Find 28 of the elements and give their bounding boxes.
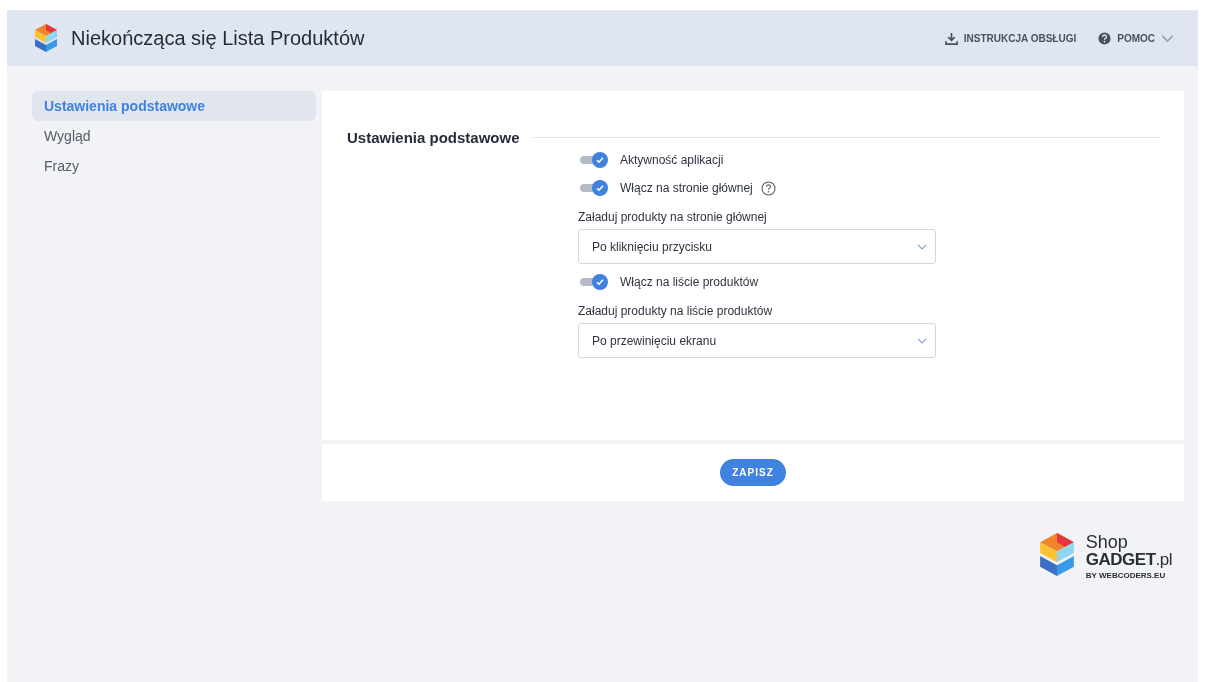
help-menu[interactable]: POMOC	[1098, 31, 1174, 45]
help-icon	[760, 180, 776, 196]
toggle-switch[interactable]	[578, 180, 608, 196]
section-title: Ustawienia podstawowe	[347, 129, 520, 146]
toggle-switch[interactable]	[578, 274, 608, 290]
brand-byline: BY WEBCODERS.EU	[1085, 570, 1167, 580]
toggle-label: Włącz na stronie głównej	[620, 181, 753, 195]
dropdown-field[interactable]: Po kliknięciu przycisku	[578, 229, 936, 264]
field-label: Załaduj produkty na liście produktów	[578, 304, 774, 318]
check-icon	[595, 277, 605, 287]
toggle-label: Włącz na liście produktów	[620, 275, 759, 289]
manual-link[interactable]: INSTRUKCJA OBSŁUGI	[944, 31, 1077, 45]
brand-name: Shop	[1085, 532, 1128, 551]
sidebar-item[interactable]: Wygląd	[32, 121, 316, 151]
download-icon	[944, 31, 958, 45]
check-icon	[595, 183, 605, 193]
help-icon	[1098, 31, 1112, 45]
app-title: Niekończąca się Lista Produktów	[71, 26, 366, 50]
sidebar-item[interactable]: Frazy	[32, 151, 316, 181]
chevron-down-icon	[917, 337, 927, 344]
chevron-down-icon	[917, 243, 927, 250]
field-label: Załaduj produkty na stronie głównej	[578, 210, 768, 224]
toggle-label: Aktywność aplikacji	[620, 153, 724, 167]
save-button[interactable]: ZAPISZ	[720, 459, 786, 486]
dropdown-field[interactable]: Po przewinięciu ekranu	[578, 323, 936, 358]
check-icon	[595, 155, 605, 165]
brand-name: GADGET.pl	[1085, 550, 1172, 569]
toggle-switch[interactable]	[578, 152, 608, 168]
